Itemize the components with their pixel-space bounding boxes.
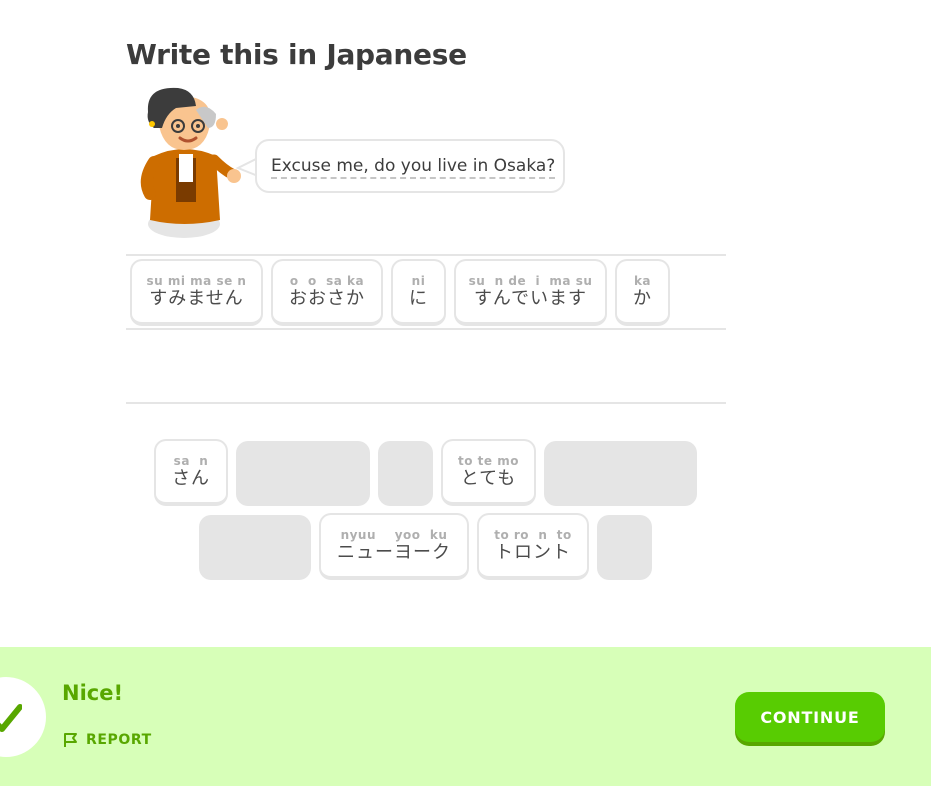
chip-reading: nyuu yoo ku — [340, 527, 448, 542]
word-bank-empty-slot — [199, 515, 311, 580]
chip-text: すんでいます — [473, 287, 588, 309]
report-button[interactable]: REPORT — [62, 731, 152, 749]
page-title: Write this in Japanese — [126, 38, 467, 71]
chip-text: すみません — [149, 287, 244, 309]
chip-text: おおさか — [289, 287, 365, 309]
chip-text: トロント — [495, 541, 571, 563]
answer-chip[interactable]: su mi ma se n すみません — [130, 259, 263, 326]
answer-line-middle — [126, 328, 726, 330]
chip-reading: sa n — [173, 453, 209, 468]
chip-reading: su mi ma se n — [146, 273, 247, 288]
answer-line-top — [126, 254, 726, 256]
feedback-footer: Nice! REPORT CONTINUE — [0, 647, 931, 786]
continue-button[interactable]: CONTINUE — [735, 692, 885, 742]
chip-reading: to te mo — [458, 453, 519, 468]
chip-text: に — [409, 287, 428, 309]
word-bank-chip[interactable]: sa n さん — [154, 439, 228, 506]
answer-line-bottom — [126, 402, 726, 404]
chip-reading: ka — [633, 273, 652, 288]
report-label: REPORT — [86, 732, 152, 748]
word-bank-empty-slot — [378, 441, 433, 506]
chip-reading: to ro n to — [494, 527, 572, 542]
answer-chip[interactable]: ka か — [615, 259, 670, 326]
chip-reading: ni — [411, 273, 426, 288]
check-badge — [0, 677, 46, 757]
prompt-sentence[interactable]: Excuse me, do you live in Osaka? — [271, 156, 555, 176]
word-bank-chip[interactable]: nyuu yoo ku ニューヨーク — [319, 513, 469, 580]
word-bank-empty-slot — [236, 441, 370, 506]
chip-text: ニューヨーク — [337, 541, 451, 563]
speech-bubble: Excuse me, do you live in Osaka? — [255, 139, 565, 193]
chip-text: とても — [460, 467, 517, 489]
chip-reading: su n de i ma su — [468, 273, 593, 288]
feedback-status: Nice! — [62, 681, 124, 705]
word-bank-chip[interactable]: to te mo とても — [441, 439, 536, 506]
answer-chip[interactable]: ni に — [391, 259, 446, 326]
flag-icon — [64, 733, 77, 747]
word-bank-chip[interactable]: to ro n to トロント — [477, 513, 589, 580]
chip-reading: o o sa ka — [289, 273, 365, 288]
chip-text: か — [633, 287, 652, 309]
chip-text: さん — [172, 467, 210, 489]
answer-chip[interactable]: o o sa ka おおさか — [271, 259, 383, 326]
answer-chip[interactable]: su n de i ma su すんでいます — [454, 259, 607, 326]
word-bank-empty-slot — [544, 441, 697, 506]
word-bank-empty-slot — [597, 515, 652, 580]
check-icon — [0, 704, 22, 732]
character-illustration — [140, 87, 241, 238]
